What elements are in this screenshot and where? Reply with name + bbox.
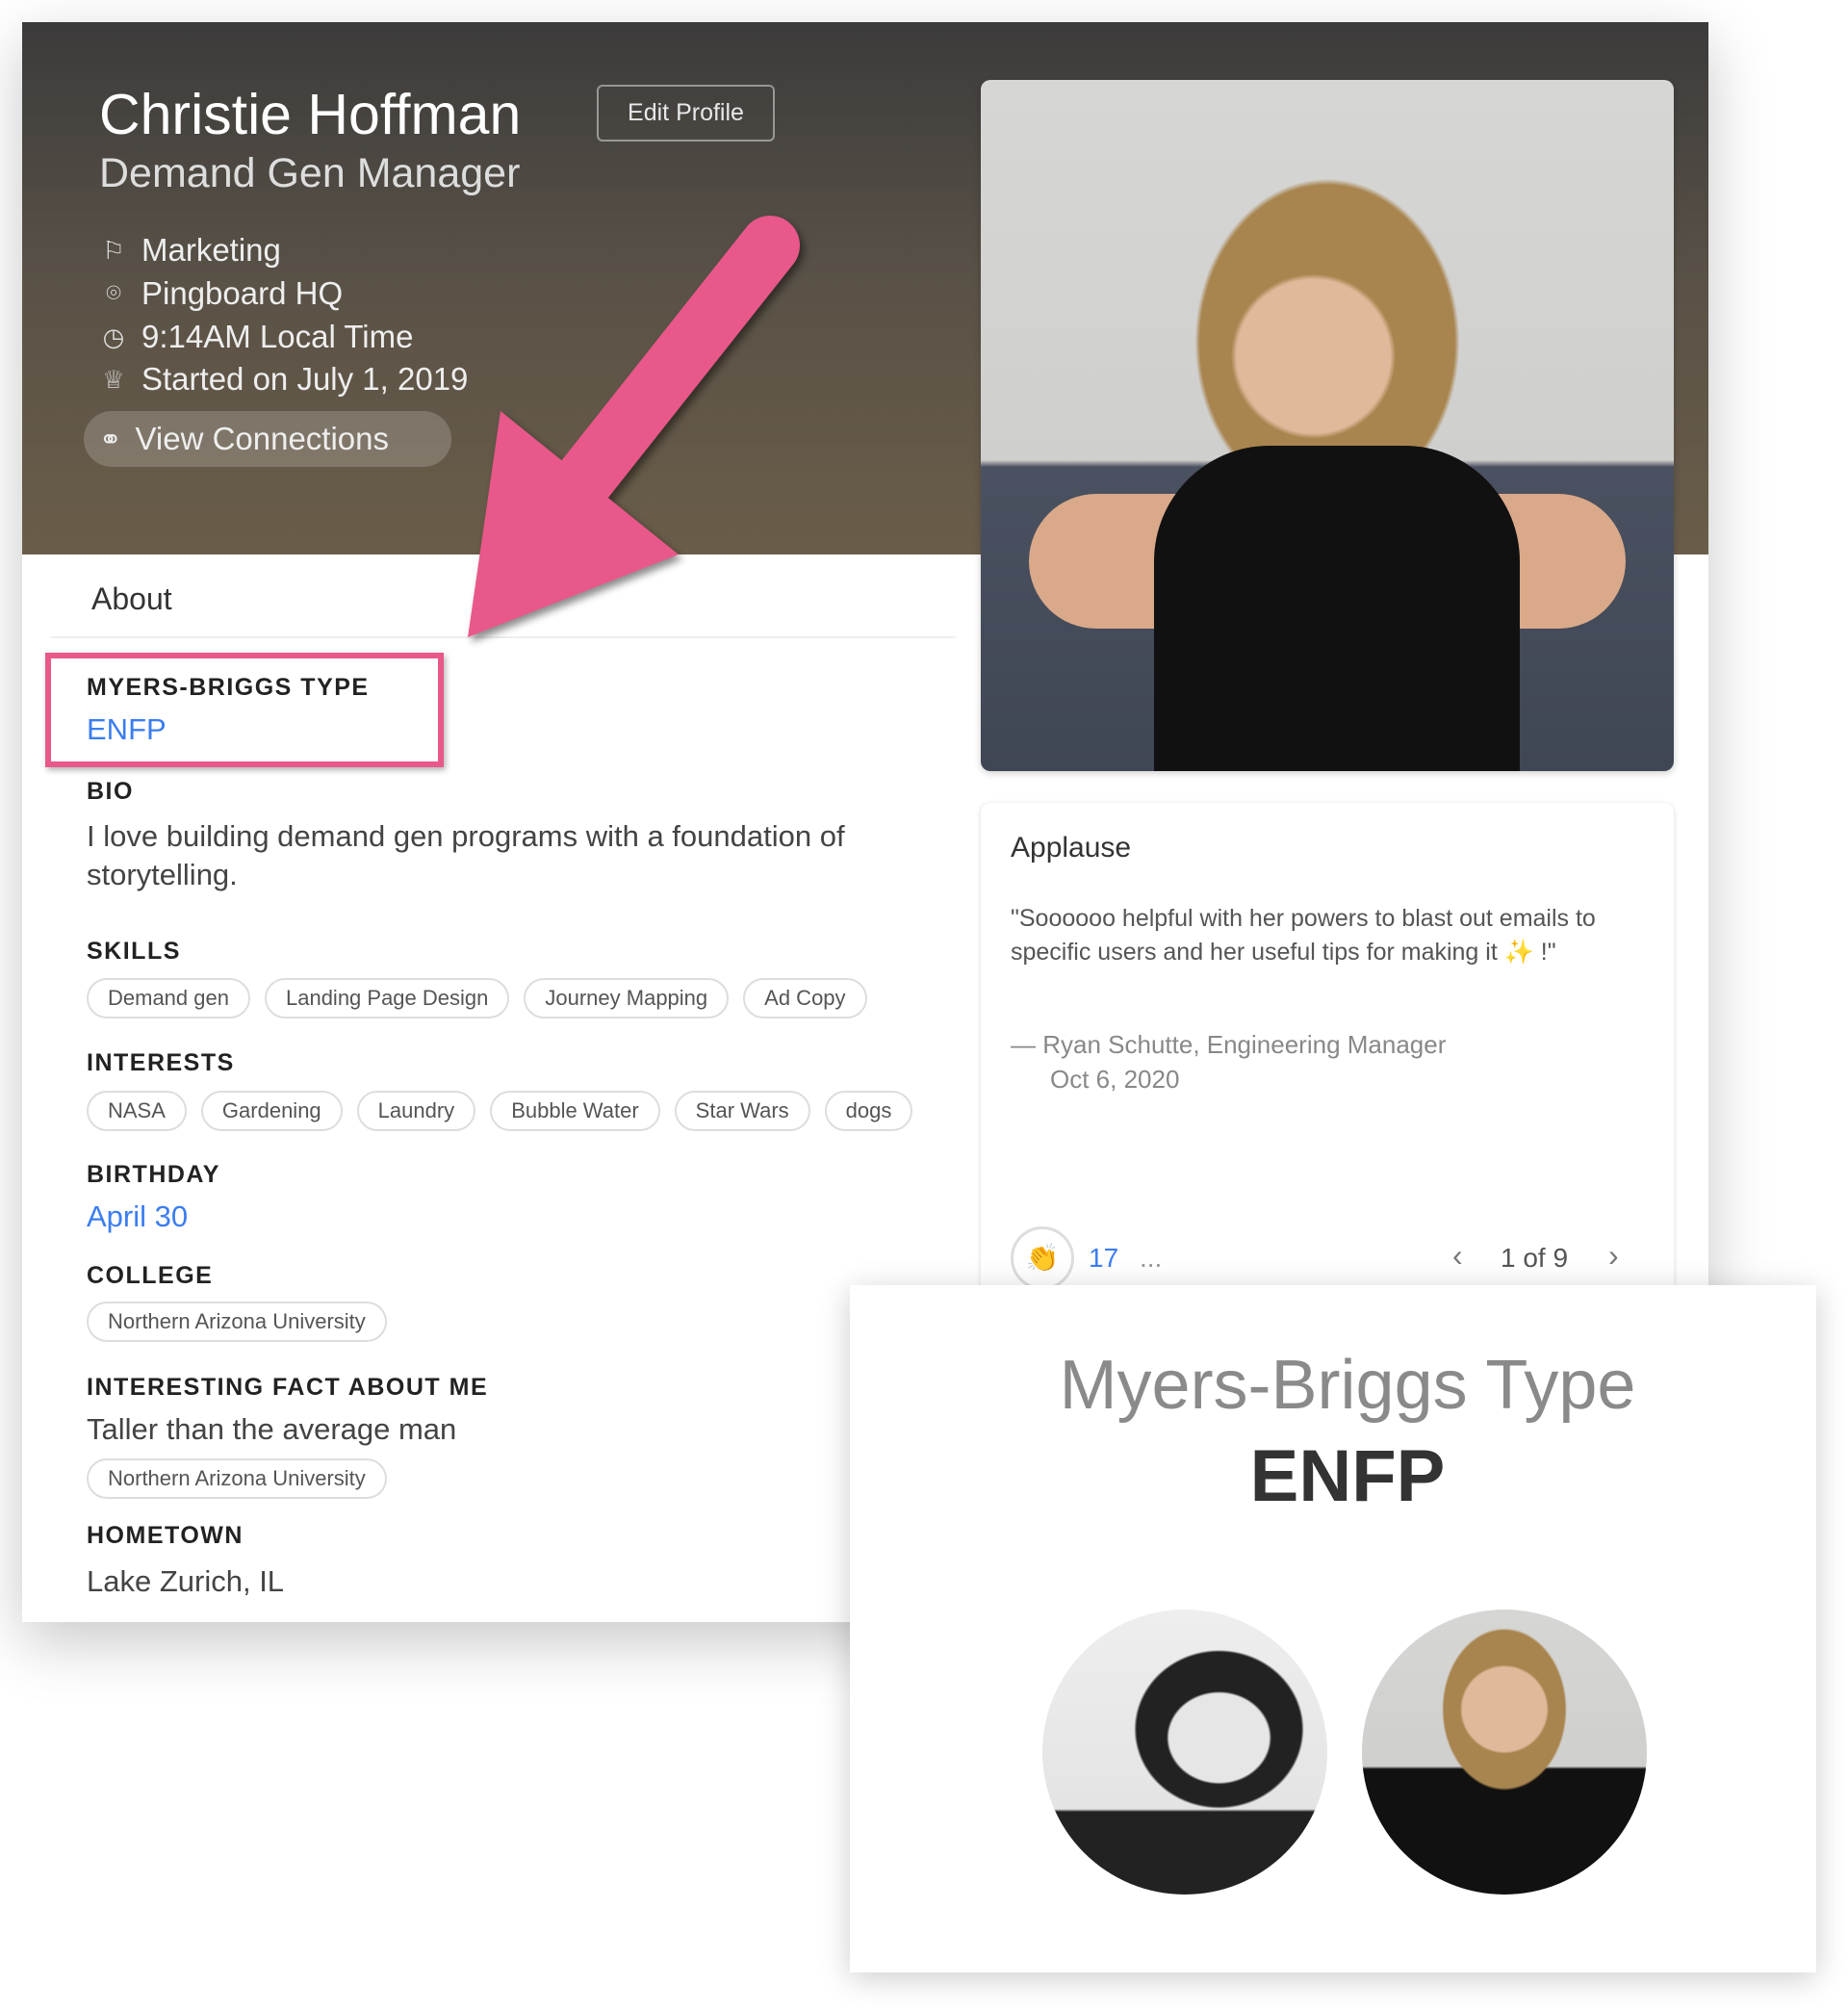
skill-chip[interactable]: Ad Copy [743, 978, 867, 1018]
hometown-value: Lake Zurich, IL [87, 1564, 285, 1598]
prev-icon[interactable]: ‹ [1452, 1238, 1463, 1274]
interests-list: NASA Gardening Laundry Bubble Water Star… [87, 1091, 913, 1131]
skills-label: SKILLS [87, 938, 181, 965]
next-icon[interactable]: › [1608, 1238, 1619, 1274]
birthday-label: BIRTHDAY [87, 1161, 220, 1188]
bio-text: I love building demand gen programs with… [87, 819, 845, 891]
pointer-arrow-icon [468, 216, 800, 637]
interest-chip[interactable]: Gardening [200, 1091, 343, 1131]
skill-chip[interactable]: Demand gen [87, 978, 250, 1018]
hometown-label: HOMETOWN [87, 1522, 244, 1549]
skill-chip[interactable]: Journey Mapping [524, 978, 730, 1018]
skill-chip[interactable]: Landing Page Design [264, 978, 510, 1018]
pager-text: 1 of 9 [1501, 1243, 1569, 1273]
applause-quote: "Soooooo helpful with her powers to blas… [1011, 905, 1596, 966]
college-chip[interactable]: Northern Arizona University [87, 1302, 387, 1342]
profile-photo [981, 80, 1674, 771]
interest-chip[interactable]: Bubble Water [490, 1091, 660, 1131]
fact-text: Taller than the average man [87, 1412, 457, 1446]
applause-title: Applause [1011, 832, 1132, 864]
fact-label: INTERESTING FACT ABOUT ME [87, 1374, 489, 1401]
bio-label: BIO [87, 778, 134, 805]
more-reactions[interactable]: ... [1140, 1243, 1162, 1274]
fact-list: Northern Arizona University [87, 1458, 387, 1499]
interest-chip[interactable]: NASA [87, 1091, 187, 1131]
interest-chip[interactable]: Laundry [356, 1091, 476, 1131]
applause-date: Oct 6, 2020 [1050, 1065, 1180, 1094]
overlay-title: Myers-Briggs Type [1059, 1347, 1636, 1424]
avatar-christie[interactable] [1362, 1610, 1647, 1895]
college-list: Northern Arizona University [87, 1302, 387, 1342]
applause-card: Applause "Soooooo helpful with her power… [981, 803, 1674, 1342]
overlay-value: ENFP [1249, 1435, 1446, 1517]
myers-briggs-value[interactable]: ENFP [87, 712, 167, 747]
myers-briggs-zoom-panel: Myers-Briggs Type ENFP [850, 1285, 1816, 1972]
reaction-count[interactable]: 17 [1089, 1243, 1118, 1274]
interest-chip[interactable]: dogs [824, 1091, 913, 1131]
college-label: COLLEGE [87, 1262, 214, 1289]
fact-chip[interactable]: Northern Arizona University [87, 1458, 387, 1499]
myers-briggs-label: MYERS-BRIGGS TYPE [87, 674, 370, 701]
avatar-coworker[interactable] [1042, 1610, 1327, 1895]
applause-author: — Ryan Schutte, Engineering Manager [1011, 1030, 1447, 1059]
clap-reaction-icon[interactable]: 👏 [1011, 1226, 1074, 1290]
skills-list: Demand gen Landing Page Design Journey M… [87, 978, 867, 1018]
birthday-value[interactable]: April 30 [87, 1199, 188, 1234]
interests-label: INTERESTS [87, 1049, 235, 1076]
interest-chip[interactable]: Star Wars [674, 1091, 810, 1131]
